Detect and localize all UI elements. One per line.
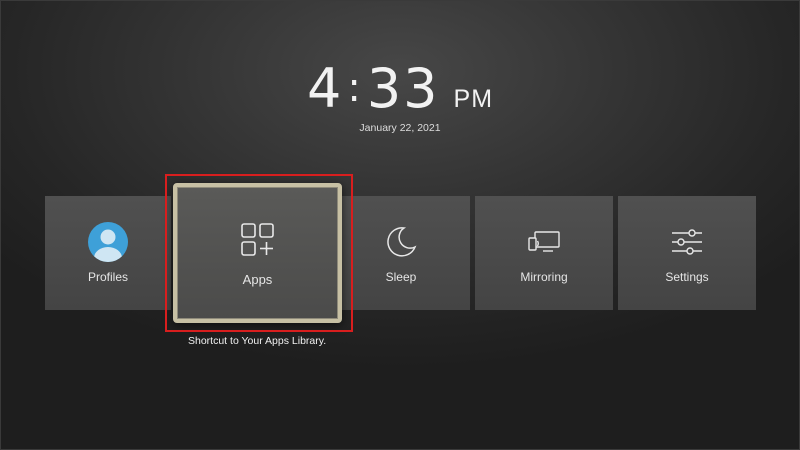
tile-mirroring-label: Mirroring (520, 270, 568, 284)
tv-home-screen: 4 : 33 PM January 22, 2021 Profiles Apps… (0, 0, 800, 450)
tile-settings-label: Settings (665, 270, 709, 284)
clock: 4 : 33 PM January 22, 2021 (0, 62, 800, 135)
clock-ampm: PM (453, 85, 494, 113)
mirroring-icon (527, 222, 561, 262)
profile-avatar-icon (88, 222, 128, 262)
sliders-icon (670, 222, 704, 262)
clock-minutes: 33 (366, 57, 440, 120)
tile-profiles[interactable]: Profiles (45, 196, 171, 310)
tile-profiles-label: Profiles (87, 270, 128, 284)
apps-grid-icon (240, 220, 276, 260)
clock-hours: 4 (306, 57, 344, 120)
apps-tooltip: Shortcut to Your Apps Library. (188, 335, 327, 347)
tile-settings[interactable]: Settings (618, 196, 756, 310)
tile-sleep-label: Sleep (385, 270, 417, 284)
moon-icon (384, 222, 418, 262)
clock-time: 4 : 33 PM (307, 62, 493, 116)
clock-colon: : (347, 65, 363, 111)
tile-sleep[interactable]: Sleep (332, 196, 470, 310)
tile-apps-label: Apps (242, 271, 273, 287)
tile-apps[interactable]: Apps (173, 183, 342, 323)
clock-date: January 22, 2021 (359, 122, 441, 134)
tile-mirroring[interactable]: Mirroring (475, 196, 613, 310)
